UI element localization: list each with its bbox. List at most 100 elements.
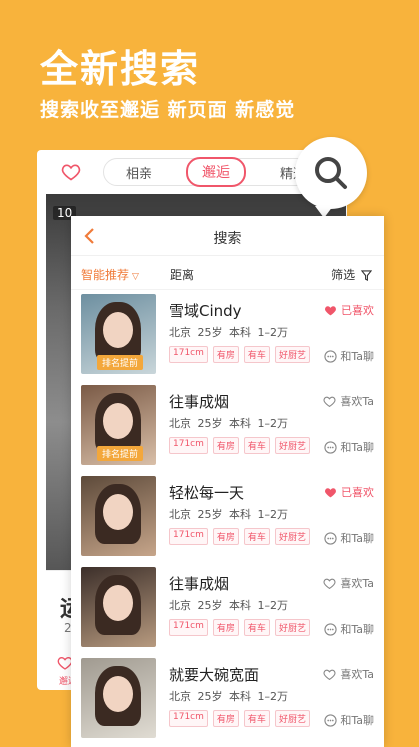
tab-xiangqin[interactable]: 相亲	[116, 163, 162, 182]
user-meta: 北京 25岁 本科 1–2万	[169, 688, 288, 704]
sort-dropdown[interactable]: 智能推荐 ▽	[81, 266, 139, 283]
user-row[interactable]: 往事成烟北京 25岁 本科 1–2万 171cm 有房 有车 好厨艺 喜欢Ta 和Ta聊	[71, 563, 384, 653]
like-button[interactable]: 喜欢Ta	[323, 666, 374, 682]
user-name[interactable]: 雪域Cindy	[169, 300, 242, 321]
promo-subtitle: 搜索收至邂逅 新页面 新感觉	[40, 99, 296, 121]
user-name[interactable]: 就要大碗宽面	[169, 664, 259, 685]
chat-label: 和Ta聊	[340, 350, 374, 363]
search-icon	[315, 157, 347, 189]
user-education: 本科	[229, 508, 251, 521]
avatar[interactable]	[81, 658, 156, 738]
user-name[interactable]: 往事成烟	[169, 573, 229, 594]
chat-bubble-icon	[324, 440, 337, 454]
user-income: 1–2万	[257, 417, 289, 430]
like-button[interactable]: 已喜欢	[324, 484, 374, 500]
chat-button[interactable]: 和Ta聊	[324, 439, 374, 455]
heart-filled-icon	[325, 488, 336, 498]
user-row[interactable]: 排名提前 往事成烟北京 25岁 本科 1–2万 171cm 有房 有车 好厨艺 喜欢Ta 和T…	[71, 381, 384, 471]
user-tag: 171cm	[169, 437, 208, 454]
heart-outline-icon	[323, 396, 336, 407]
distance-sort[interactable]: 距离	[170, 266, 194, 283]
filter-icon	[360, 270, 373, 281]
user-city: 北京	[169, 599, 191, 612]
page-title: 搜索	[213, 231, 242, 247]
user-tag: 好厨艺	[274, 437, 310, 454]
search-screen: 搜索 智能推荐 ▽ 距离 筛选 排名提前 雪域Cindy 北京 25岁 本科 1–2万…	[71, 216, 384, 747]
user-education: 本科	[229, 326, 251, 339]
user-education: 本科	[229, 599, 251, 612]
avatar[interactable]	[81, 476, 156, 556]
user-tag: 171cm	[169, 346, 208, 363]
user-tag: 有车	[243, 528, 270, 545]
user-income: 1–2万	[257, 690, 289, 703]
rank-boost-badge: 排名提前	[97, 355, 144, 370]
filter-bar: 智能推荐 ▽ 距离 筛选	[71, 256, 384, 290]
nav-bar: 搜索	[71, 216, 384, 256]
chat-label: 和Ta聊	[340, 714, 374, 727]
user-tag: 有房	[212, 437, 239, 454]
user-age: 25岁	[197, 417, 223, 430]
user-tags: 171cm 有房 有车 好厨艺	[169, 346, 310, 363]
user-city: 北京	[169, 417, 191, 430]
heart-filled-icon	[325, 306, 336, 316]
chat-button[interactable]: 和Ta聊	[324, 621, 374, 637]
user-meta: 北京 25岁 本科 1–2万	[169, 597, 288, 613]
user-tag: 有房	[212, 619, 239, 636]
user-age: 25岁	[197, 508, 223, 521]
chat-bubble-icon	[324, 531, 337, 545]
user-tag: 有车	[243, 346, 270, 363]
chevron-down-icon: ▽	[132, 272, 139, 282]
user-tag: 有车	[243, 710, 270, 727]
like-label: 已喜欢	[341, 486, 374, 499]
user-tag: 好厨艺	[274, 528, 310, 545]
like-label: 喜欢Ta	[340, 577, 374, 590]
user-tags: 171cm 有房 有车 好厨艺	[169, 710, 310, 727]
filter-button[interactable]: 筛选	[331, 266, 373, 283]
search-bubble[interactable]	[295, 137, 367, 218]
avatar[interactable]: 排名提前	[81, 385, 156, 465]
user-age: 25岁	[197, 599, 223, 612]
like-button[interactable]: 喜欢Ta	[323, 393, 374, 409]
promo-title: 全新搜索	[40, 47, 201, 91]
chat-bubble-icon	[324, 713, 337, 727]
heart-outline-icon[interactable]	[61, 162, 81, 182]
user-age: 25岁	[197, 690, 223, 703]
user-row[interactable]: 轻松每一天 北京 25岁 本科 1–2万 171cm 有房 有车 好厨艺 已喜欢 和Ta聊	[71, 472, 384, 562]
user-income: 1–2万	[257, 508, 289, 521]
user-tag: 好厨艺	[274, 346, 310, 363]
chat-bubble-icon	[324, 349, 337, 363]
heart-outline-icon	[323, 669, 336, 680]
rank-boost-badge: 排名提前	[97, 446, 144, 461]
like-label: 喜欢Ta	[340, 395, 374, 408]
chat-button[interactable]: 和Ta聊	[324, 530, 374, 546]
like-button[interactable]: 已喜欢	[324, 302, 374, 318]
chat-label: 和Ta聊	[340, 532, 374, 545]
user-city: 北京	[169, 508, 191, 521]
avatar-face	[103, 676, 133, 712]
user-row[interactable]: 排名提前 雪域Cindy 北京 25岁 本科 1–2万 171cm 有房 有车 好厨艺 已喜欢…	[71, 290, 384, 380]
like-button[interactable]: 喜欢Ta	[323, 575, 374, 591]
user-tag: 有房	[212, 710, 239, 727]
tab-xiehou[interactable]: 邂逅	[185, 157, 246, 187]
user-age: 25岁	[197, 326, 223, 339]
user-tag: 171cm	[169, 710, 208, 727]
user-tags: 171cm 有房 有车 好厨艺	[169, 437, 310, 454]
user-education: 本科	[229, 417, 251, 430]
chat-button[interactable]: 和Ta聊	[324, 712, 374, 728]
user-tags: 171cm 有房 有车 好厨艺	[169, 619, 310, 636]
user-education: 本科	[229, 690, 251, 703]
like-label: 已喜欢	[341, 304, 374, 317]
user-name[interactable]: 轻松每一天	[169, 482, 244, 503]
user-row[interactable]: 就要大碗宽面北京 25岁 本科 1–2万 171cm 有房 有车 好厨艺 喜欢Ta 和Ta聊	[71, 654, 384, 744]
heart-outline-icon	[323, 578, 336, 589]
user-city: 北京	[169, 326, 191, 339]
user-tag: 有房	[212, 346, 239, 363]
user-tag: 有房	[212, 528, 239, 545]
user-name[interactable]: 往事成烟	[169, 391, 229, 412]
user-meta: 北京 25岁 本科 1–2万	[169, 415, 288, 431]
chat-button[interactable]: 和Ta聊	[324, 348, 374, 364]
avatar[interactable]: 排名提前	[81, 294, 156, 374]
sort-label: 智能推荐	[81, 268, 130, 282]
avatar[interactable]	[81, 567, 156, 647]
like-label: 喜欢Ta	[340, 668, 374, 681]
